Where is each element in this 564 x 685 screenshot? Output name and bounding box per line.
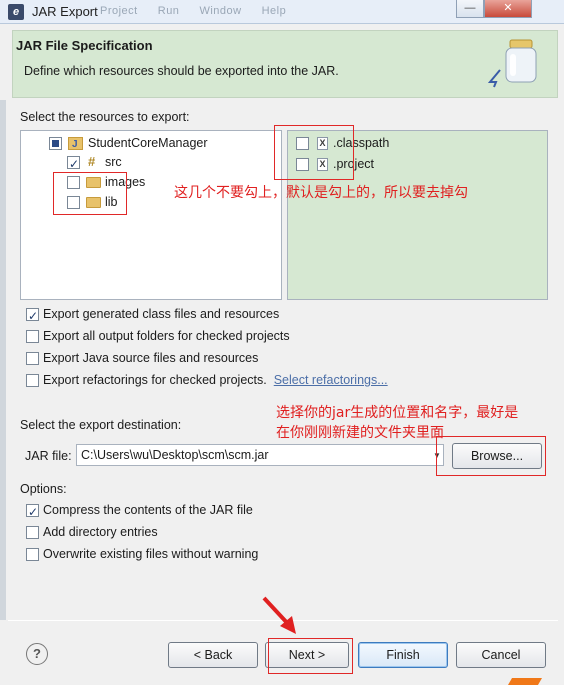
export-source-files-label: Export Java source files and resources xyxy=(43,351,259,365)
directory-entries-checkbox[interactable] xyxy=(26,525,39,539)
window-title: JAR Export xyxy=(32,4,98,19)
compress-label: Compress the contents of the JAR file xyxy=(43,503,253,517)
project-checkbox[interactable] xyxy=(49,136,62,150)
page-description: Define which resources should be exporte… xyxy=(24,64,339,78)
directory-entries-label: Add directory entries xyxy=(43,525,158,539)
cancel-button[interactable]: Cancel xyxy=(456,642,546,668)
overwrite-checkbox[interactable] xyxy=(26,547,39,561)
option-directory-entries[interactable]: Add directory entries xyxy=(26,522,158,542)
src-label: src xyxy=(105,155,122,169)
select-refactorings-link[interactable]: Select refactorings... xyxy=(274,370,388,390)
resources-label: Select the resources to export: xyxy=(20,110,190,124)
tree-item-project[interactable]: StudentCoreManager xyxy=(49,133,208,155)
jar-file-combo[interactable]: C:\Users\wu\Desktop\scm\scm.jar xyxy=(76,444,444,466)
export-source-files-checkbox[interactable] xyxy=(26,351,39,365)
page-title: JAR File Specification xyxy=(16,38,153,53)
eclipse-app-icon: e xyxy=(8,4,24,20)
source-folder-icon xyxy=(86,152,101,172)
annotation-uncheck-note: 这几个不要勾上，默认是勾上的，所以要去掉勾 xyxy=(174,185,468,201)
export-class-files-checkbox[interactable] xyxy=(26,306,39,326)
wizard-arrow-icon xyxy=(488,69,501,88)
java-project-icon xyxy=(68,135,83,155)
annotation-box-files xyxy=(274,125,354,180)
export-output-folders-label: Export all output folders for checked pr… xyxy=(43,329,290,343)
compress-checkbox[interactable] xyxy=(26,502,39,522)
jar-file-value: C:\Users\wu\Desktop\scm\scm.jar xyxy=(81,448,269,462)
annotation-arrow-icon xyxy=(262,596,296,634)
overwrite-label: Overwrite existing files without warning xyxy=(43,547,259,561)
tree-item-src[interactable]: src xyxy=(67,152,122,174)
options-label: Options: xyxy=(20,482,67,496)
option-export-output-folders[interactable]: Export all output folders for checked pr… xyxy=(26,326,290,346)
annotation-destination-note-line2: 在你刚刚新建的文件夹里面 xyxy=(276,425,444,441)
option-overwrite[interactable]: Overwrite existing files without warning xyxy=(26,544,258,564)
option-compress[interactable]: Compress the contents of the JAR file xyxy=(26,500,253,522)
annotation-box-browse xyxy=(436,436,546,476)
export-output-folders-checkbox[interactable] xyxy=(26,329,39,343)
close-window-button[interactable]: ✕ xyxy=(484,0,532,18)
src-checkbox[interactable] xyxy=(67,154,80,174)
help-button[interactable]: ? xyxy=(26,643,48,665)
export-refactorings-label: Export refactorings for checked projects… xyxy=(43,373,267,387)
option-export-refactorings[interactable]: Export refactorings for checked projects… xyxy=(26,370,388,390)
jar-file-label: JAR file: xyxy=(25,449,72,463)
background-menu-ghost: Project Run Window Help xyxy=(100,5,287,17)
export-refactorings-checkbox[interactable] xyxy=(26,373,39,387)
destination-label: Select the export destination: xyxy=(20,418,182,432)
export-class-files-label: Export generated class files and resourc… xyxy=(43,307,280,321)
jar-icon xyxy=(505,39,537,83)
option-export-class-files[interactable]: Export generated class files and resourc… xyxy=(26,304,280,326)
resource-tree[interactable]: StudentCoreManager src images lib xyxy=(20,130,282,300)
left-edge-strip xyxy=(0,100,6,620)
project-label: StudentCoreManager xyxy=(88,136,208,150)
annotation-box-folders xyxy=(53,172,127,215)
option-export-source-files[interactable]: Export Java source files and resources xyxy=(26,348,258,368)
finish-button[interactable]: Finish xyxy=(358,642,448,668)
back-button[interactable]: < Back xyxy=(168,642,258,668)
corner-accent xyxy=(507,678,543,685)
annotation-destination-note-line1: 选择你的jar生成的位置和名字，最好是 xyxy=(276,405,519,421)
minimize-button[interactable]: — xyxy=(456,0,484,18)
annotation-box-next xyxy=(268,638,353,674)
